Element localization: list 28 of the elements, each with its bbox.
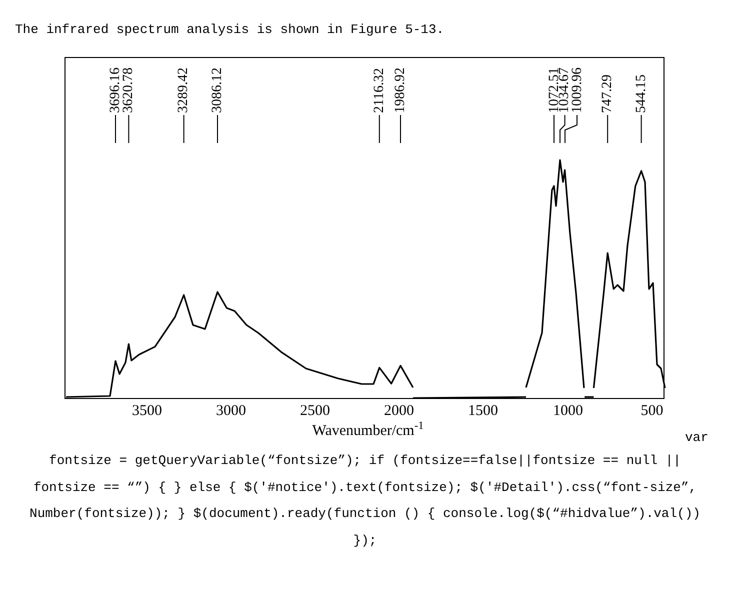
- x-tick-label: 3500: [132, 402, 162, 420]
- x-axis-label: Wavenumber/cm$^{-1}$: [312, 421, 424, 441]
- peak-label: 1986.92: [393, 68, 408, 113]
- x-tick-label: 1500: [468, 402, 498, 420]
- peak-label: 3696.16: [108, 68, 123, 113]
- code-text: fontsize = getQueryVariable(“fontsize”); if (fontsize==false||fontsize == null || fontsize == “”) { } else { $('#notice').text(fontsize); $('#Detail').css(“font-size”, Number(fontsize)); } $(document).ready(function () { console.log($(“#hidvalue”).val()) });: [28, 452, 702, 550]
- peak-label: 1009.96: [570, 68, 584, 113]
- x-tick-label: 3000: [216, 402, 246, 420]
- peak-marker-line: [378, 114, 380, 144]
- peak-label: 2116.32: [372, 68, 387, 113]
- peak-marker-line: [607, 114, 608, 144]
- peak-marker-line: [640, 114, 642, 144]
- intro-text: The infrared spectrum analysis is shown in Figure 5-13.: [15, 21, 444, 39]
- peak-label: 747.29: [600, 74, 616, 113]
- peak-marker-line: [115, 114, 116, 144]
- peak-label: 3620.78: [121, 68, 136, 113]
- x-tick-label: 2000: [384, 402, 414, 420]
- code-text: var: [685, 430, 708, 446]
- x-tick-label: 1000: [553, 402, 583, 420]
- peak-label: 3289.42: [176, 68, 192, 113]
- peak-label: 3086.12: [210, 68, 225, 113]
- x-tick-label: 500: [640, 402, 664, 420]
- peak-marker-line: [400, 114, 401, 144]
- peak-marker-line: [183, 114, 184, 144]
- peak-marker-line: [128, 114, 130, 144]
- x-tick-label: 2500: [300, 402, 330, 420]
- peak-label: 544.15: [634, 74, 649, 113]
- peak-marker-line: [217, 114, 218, 144]
